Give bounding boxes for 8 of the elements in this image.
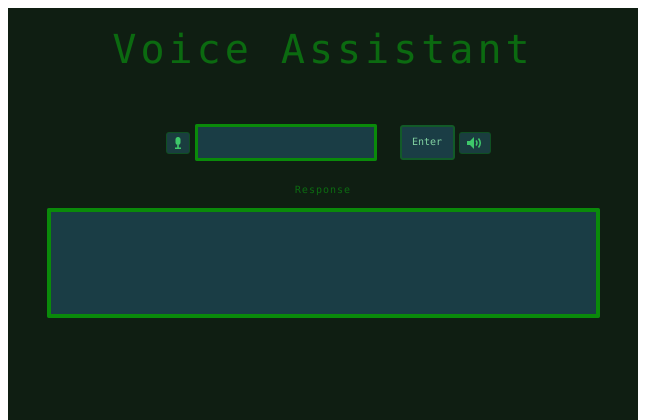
speaker-button[interactable] — [458, 132, 490, 154]
microphone-icon — [174, 136, 182, 148]
speaker-icon — [466, 136, 482, 148]
app-title: Voice Assistant — [112, 28, 534, 72]
query-input-field[interactable] — [194, 124, 376, 161]
microphone-button[interactable] — [166, 132, 190, 154]
enter-button[interactable]: Enter — [400, 125, 454, 160]
response-label: Response — [294, 185, 352, 196]
